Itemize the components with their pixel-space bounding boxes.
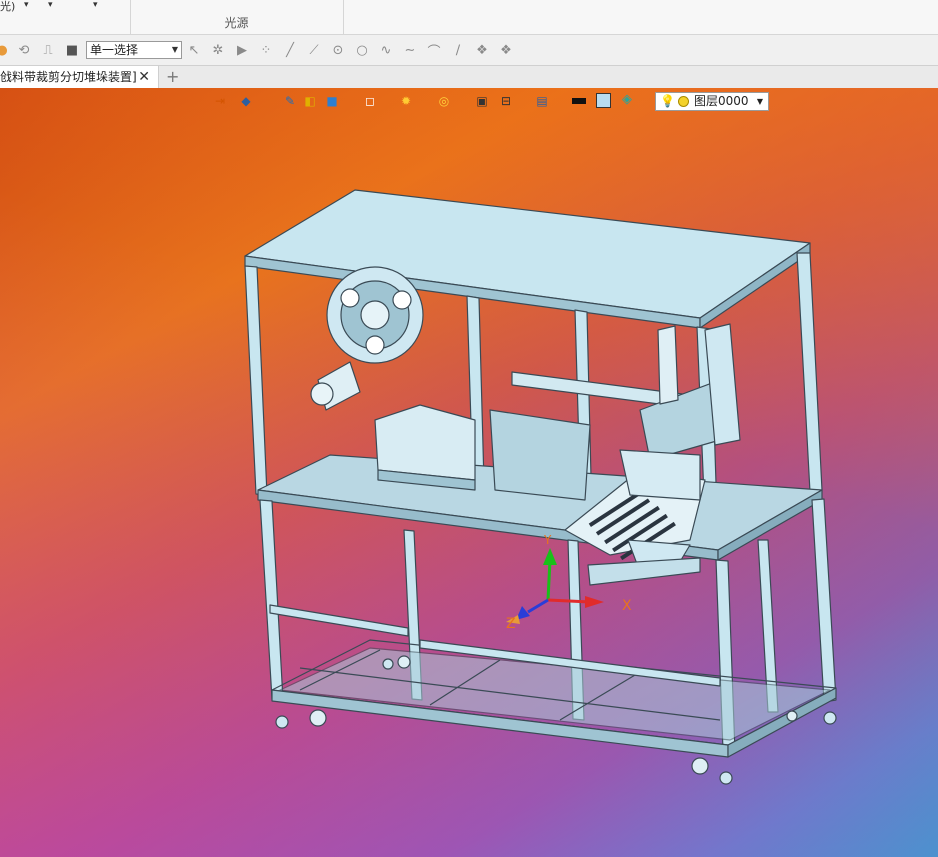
dropdown-arrow-icon[interactable]: ▾ [93,0,98,10]
selection-mode-value: 单一选择 [90,43,139,57]
play-icon[interactable]: ▶ [234,42,250,58]
ribbon: 光) ▾ ▾ ▾ 光源 [0,0,938,35]
3d-viewport[interactable]: X Y Z [0,88,938,857]
selection-toolbar: ● ⟲ ⎍ ■ 单一选择 ▼ ↖ ✲ ▶ ⁘ ╱ ⟋ ⊙ ○ ∿ ∼ ⌒ ∕ ❖… [0,35,938,66]
edge-icon[interactable]: ⟋ [306,42,322,58]
machine-model [244,189,837,785]
section-icon[interactable]: ▣ [474,93,490,109]
layer-select[interactable]: 💡 图层0000 ▼ [655,92,769,111]
stop-icon[interactable]: ■ [64,42,80,58]
layer-tool-icon[interactable]: ◈ [622,92,632,107]
point-circle-icon[interactable]: ⊙ [330,42,346,58]
document-tab-bar: 戗料带裁剪分切堆垛装置] ✕ + [0,66,938,89]
ribbon-group-light: 光源 [130,0,344,34]
segment-icon[interactable]: ∕ [450,42,466,58]
axis-triad [506,548,604,624]
ribbon-group-partial: 光) ▾ ▾ ▾ [0,0,131,34]
close-icon[interactable]: ✕ [138,66,150,88]
black-swatch[interactable] [572,98,586,104]
axis-x-label: X [622,598,632,614]
display-icon[interactable]: ▤ [534,93,550,109]
render-icon[interactable]: ✹ [398,93,414,109]
curve-icon[interactable]: ∿ [378,42,394,58]
layers-icon[interactable]: ❖ [474,42,490,58]
shaded-cube-icon[interactable]: ◧ [302,93,318,109]
pen-icon[interactable]: ✎ [282,93,298,109]
wire-cube-icon[interactable]: ◻ [362,93,378,109]
axis-z-label: Z [506,616,516,632]
partial-icon: ● [0,42,8,58]
points-icon[interactable]: ⁘ [258,42,274,58]
light-swatch[interactable] [596,93,611,108]
line-icon[interactable]: ╱ [282,42,298,58]
circle-icon[interactable]: ○ [354,42,370,58]
ribbon-fragment-label: 光) [0,0,16,13]
ribbon-group-label: 光源 [224,16,249,30]
step-icon[interactable]: ⎍ [40,42,56,58]
arc-icon[interactable]: ⌒ [426,42,442,60]
bulb-icon[interactable]: 💡 [660,93,675,110]
tab-document-label: 戗料带裁剪分切堆垛装置] [0,70,137,84]
view-style-icon[interactable]: ◆ [238,93,254,109]
rotate-icon[interactable]: ⟲ [16,42,32,58]
exit-icon[interactable]: ⇥ [212,93,228,109]
select-cursor-icon[interactable]: ↖ [186,42,202,58]
dropdown-arrow-icon[interactable]: ▾ [48,0,53,10]
dropdown-arrow-icon[interactable]: ▾ [24,0,29,10]
tab-document[interactable]: 戗料带裁剪分切堆垛装置] ✕ [0,66,159,88]
layer-select-value: 图层0000 [694,94,749,108]
cube-icon[interactable]: ■ [324,93,340,109]
chevron-down-icon: ▼ [171,45,178,54]
axis-y-label: Y [544,533,552,547]
ruler-icon[interactable]: ⊟ [498,93,514,109]
add-tab-icon[interactable]: + [166,66,179,88]
layers-alt-icon[interactable]: ❖ [498,42,514,58]
selection-mode-select[interactable]: 单一选择 ▼ [86,41,182,59]
chevron-down-icon: ▼ [756,97,763,106]
zoom-icon[interactable]: ◎ [436,93,452,109]
wave-icon[interactable]: ∼ [402,42,418,58]
select-faces-icon[interactable]: ✲ [210,42,226,58]
layer-color-icon [678,96,689,107]
